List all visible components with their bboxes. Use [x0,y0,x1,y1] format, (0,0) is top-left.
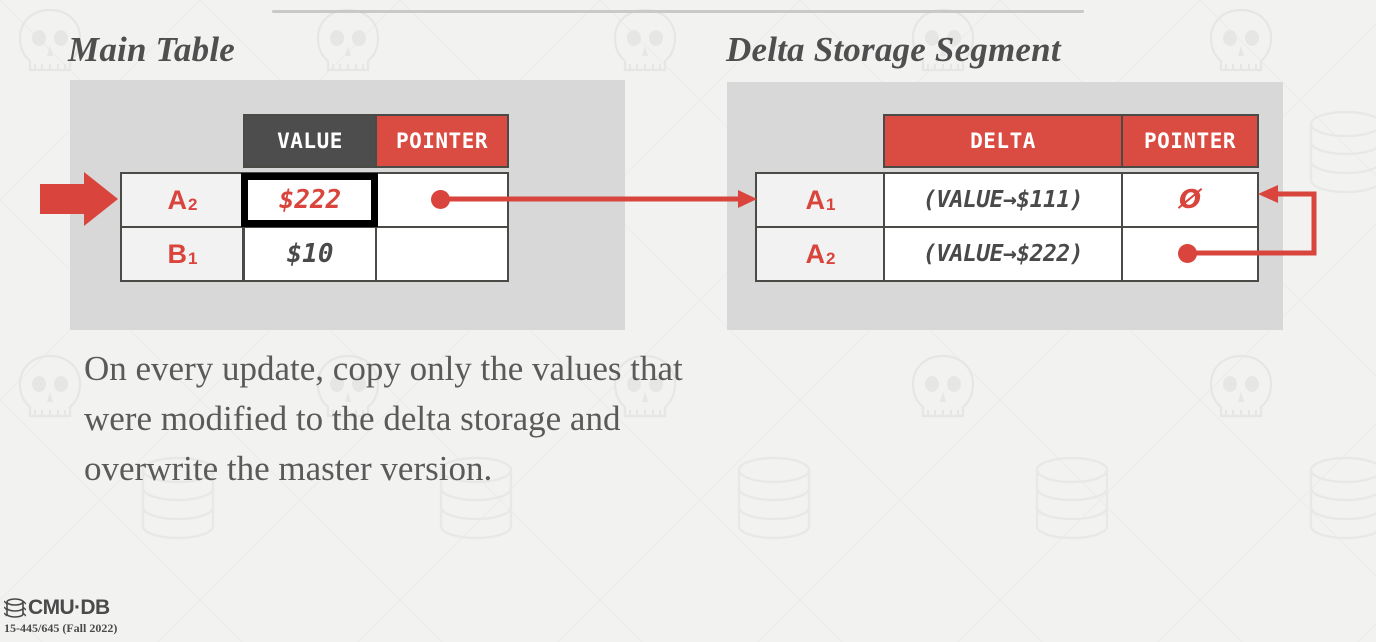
main-header-value: VALUE [243,114,377,168]
delta-row-delta-a2: (VALUE→$222) [883,226,1123,282]
delta-header-pointer: POINTER [1121,114,1259,168]
key-letter: B [167,238,188,269]
key-subscript: 2 [826,249,836,268]
key-letter: A [167,184,188,215]
key-letter: A [805,184,826,215]
delta-row-delta-a1: (VALUE→$111) [883,172,1123,228]
main-header-pointer: POINTER [375,114,509,168]
delta-row-pointer-a1: Ø [1121,172,1259,228]
main-table-title: Main Table [68,30,235,69]
null-pointer-symbol: Ø [1178,185,1202,215]
key-subscript: 1 [826,195,836,214]
key-subscript: 2 [188,195,198,214]
main-pointer-dot [431,190,450,209]
key-subscript: 1 [188,249,198,268]
footer-brand-text: CMU·DB [28,596,110,619]
delta-header-delta: DELTA [883,114,1123,168]
slide-canvas: Main Table VALUE POINTER A2 $222 B1 $10 … [0,0,1376,642]
cmudb-logo: CMU·DB [4,596,117,620]
body-paragraph: On every update, copy only the values th… [84,349,683,488]
top-divider-rule [272,10,1084,13]
main-row-value-b1: $10 [243,226,377,282]
delta-row-key-a1: A1 [755,172,885,228]
cmudb-database-icon [4,598,26,618]
footer-course-text: 15-445/645 (Fall 2022) [4,621,118,635]
delta-pointer-dot [1178,244,1197,263]
main-row-pointer-b1 [375,226,509,282]
delta-row-key-a2: A2 [755,226,885,282]
delta-table-title: Delta Storage Segment [726,30,1061,69]
main-row-value-a2: $222 [243,172,377,228]
main-row-key-b1: B1 [120,226,244,282]
main-row-key-a2: A2 [120,172,244,228]
footer: CMU·DB 15-445/645 (Fall 2022) [4,596,117,636]
key-letter: A [805,238,826,269]
